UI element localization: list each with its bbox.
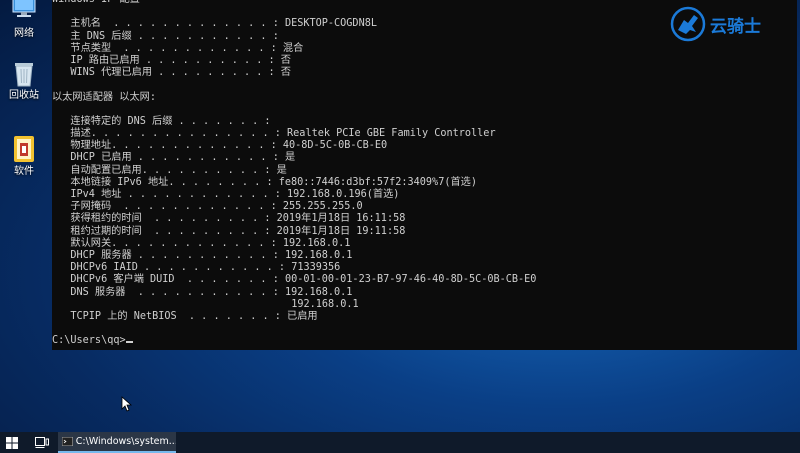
desktop-icon-label: 软件 (14, 166, 34, 177)
start-button[interactable] (2, 432, 22, 453)
watermark-logo: 云骑士 (670, 4, 796, 44)
console-line: DNS 服务器 . . . . . . . . . . . : 192.168.… (52, 286, 353, 298)
recycle-bin-icon (15, 63, 33, 87)
desktop-icon-network[interactable]: 网络 (4, 0, 44, 40)
console-line: IPv4 地址 . . . . . . . . . . . . : 192.16… (52, 189, 400, 200)
console-line: 本地链接 IPv6 地址. . . . . . . . : fe80::7446… (52, 176, 477, 188)
console-line: 192.168.0.1 (52, 298, 359, 310)
console-line: WINS 代理已启用 . . . . . . . . . : 否 (52, 67, 291, 79)
console-line: DHCPv6 IAID . . . . . . . . . . . : 7133… (52, 262, 341, 274)
watermark-text: 云骑士 (710, 16, 761, 37)
network-icon (12, 0, 36, 17)
knight-logo-icon (670, 6, 706, 42)
windows-logo-icon (6, 436, 18, 449)
console-prompt-line[interactable]: C:\Users\qq> (52, 335, 797, 347)
console-output: Windows IP 配置 主机名 . . . . . . . . . . . … (52, 0, 797, 347)
taskbar: C:\Windows\system... (0, 432, 800, 453)
console-line: DHCP 服务器 . . . . . . . . . . . : 192.168… (52, 249, 353, 261)
console-line: 以太网适配器 以太网: (52, 91, 156, 103)
desktop-icon-recycle-bin[interactable]: 回收站 (4, 58, 44, 102)
cmd-icon (62, 437, 73, 446)
console-line: DHCPv6 客户端 DUID . . . . . . . : 00-01-00… (52, 274, 537, 286)
console-line: 物理地址. . . . . . . . . . . . . : 40-8D-5C… (52, 140, 388, 152)
command-prompt-window[interactable]: Windows IP 配置 主机名 . . . . . . . . . . . … (52, 0, 797, 350)
task-view-icon (35, 437, 49, 448)
console-line: 子网掩码 . . . . . . . . . . . . : 255.255.2… (52, 201, 363, 213)
text-cursor (125, 341, 133, 344)
console-line: DHCP 已启用 . . . . . . . . . . . : 是 (52, 152, 296, 164)
desktop-icon-label: 回收站 (9, 90, 39, 101)
console-prompt: C:\Users\qq> (52, 335, 126, 347)
console-line: 自动配置已启用. . . . . . . . . . : 是 (52, 164, 287, 176)
console-line: IP 路由已启用 . . . . . . . . . . : 否 (52, 54, 291, 66)
desktop-icon-label: 网络 (14, 28, 34, 39)
mouse-pointer-icon (121, 396, 133, 412)
console-line: 获得租约的时间 . . . . . . . . . : 2019年1月18日 1… (52, 213, 406, 225)
console-line: TCPIP 上的 NetBIOS . . . . . . . : 已启用 (52, 310, 318, 322)
task-view-button[interactable] (32, 432, 52, 453)
console-line: 节点类型 . . . . . . . . . . . . : 混合 (52, 42, 304, 54)
software-folder-icon (14, 136, 34, 162)
console-line: 描述. . . . . . . . . . . . . . . : Realte… (52, 128, 496, 140)
taskbar-item-label: C:\Windows\system... (75, 436, 176, 447)
console-line: 连接特定的 DNS 后缀 . . . . . . . : (52, 115, 271, 127)
console-line: 租约过期的时间 . . . . . . . . . : 2019年1月18日 1… (52, 225, 406, 237)
taskbar-item-command-prompt[interactable]: C:\Windows\system... (58, 432, 176, 453)
console-line: 默认网关. . . . . . . . . . . . . : 192.168.… (52, 237, 351, 249)
desktop-icon-software[interactable]: 软件 (4, 134, 44, 178)
